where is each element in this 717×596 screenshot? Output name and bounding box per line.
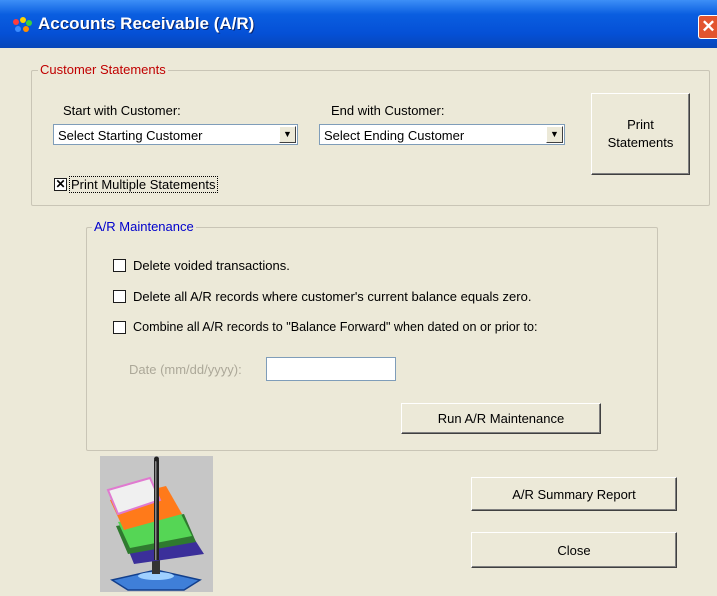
start-customer-select[interactable]: Select Starting Customer ▼ — [53, 124, 298, 145]
end-customer-select[interactable]: Select Ending Customer ▼ — [319, 124, 565, 145]
end-customer-value: Select Ending Customer — [324, 128, 465, 143]
date-input[interactable] — [266, 357, 396, 381]
print-multiple-checkbox[interactable]: ✕ — [54, 178, 67, 191]
print-statements-line2: Statements — [607, 135, 674, 150]
print-statements-button[interactable]: Print Statements — [591, 93, 690, 175]
chevron-down-icon[interactable]: ▼ — [279, 126, 296, 143]
delete-zero-balance-label[interactable]: Delete all A/R records where customer's … — [133, 289, 531, 304]
close-button[interactable]: Close — [471, 532, 677, 568]
title-bar[interactable]: Accounts Receivable (A/R) ✕ — [0, 0, 717, 48]
delete-zero-balance-checkbox[interactable] — [113, 290, 126, 303]
close-icon: ✕ — [701, 17, 716, 36]
print-statements-line1: Print — [627, 117, 654, 132]
app-icon — [13, 17, 32, 32]
window-title: Accounts Receivable (A/R) — [38, 14, 255, 33]
start-customer-value: Select Starting Customer — [58, 128, 203, 143]
date-label: Date (mm/dd/yyyy): — [129, 362, 242, 377]
receipt-spike-icon — [106, 456, 204, 591]
close-window-button[interactable]: ✕ — [698, 15, 717, 39]
run-ar-maintenance-button[interactable]: Run A/R Maintenance — [401, 403, 601, 434]
run-ar-maintenance-label: Run A/R Maintenance — [437, 411, 565, 426]
combine-balance-forward-checkbox[interactable] — [113, 321, 126, 334]
end-customer-label: End with Customer: — [331, 103, 445, 118]
delete-voided-checkbox[interactable] — [113, 259, 126, 272]
print-multiple-label[interactable]: Print Multiple Statements — [69, 176, 218, 193]
start-customer-label: Start with Customer: — [63, 103, 181, 118]
close-button-label: Close — [557, 542, 591, 558]
ar-maintenance-legend: A/R Maintenance — [92, 219, 196, 235]
delete-voided-label[interactable]: Delete voided transactions. — [133, 258, 290, 273]
customer-statements-legend: Customer Statements — [38, 62, 168, 78]
ar-window: Accounts Receivable (A/R) ✕ Customer Sta… — [0, 0, 717, 596]
spike-illustration — [100, 456, 213, 592]
ar-summary-report-label: A/R Summary Report — [512, 486, 636, 502]
chevron-down-icon[interactable]: ▼ — [546, 126, 563, 143]
combine-balance-forward-label[interactable]: Combine all A/R records to "Balance Forw… — [133, 320, 537, 334]
ar-summary-report-button[interactable]: A/R Summary Report — [471, 477, 677, 511]
